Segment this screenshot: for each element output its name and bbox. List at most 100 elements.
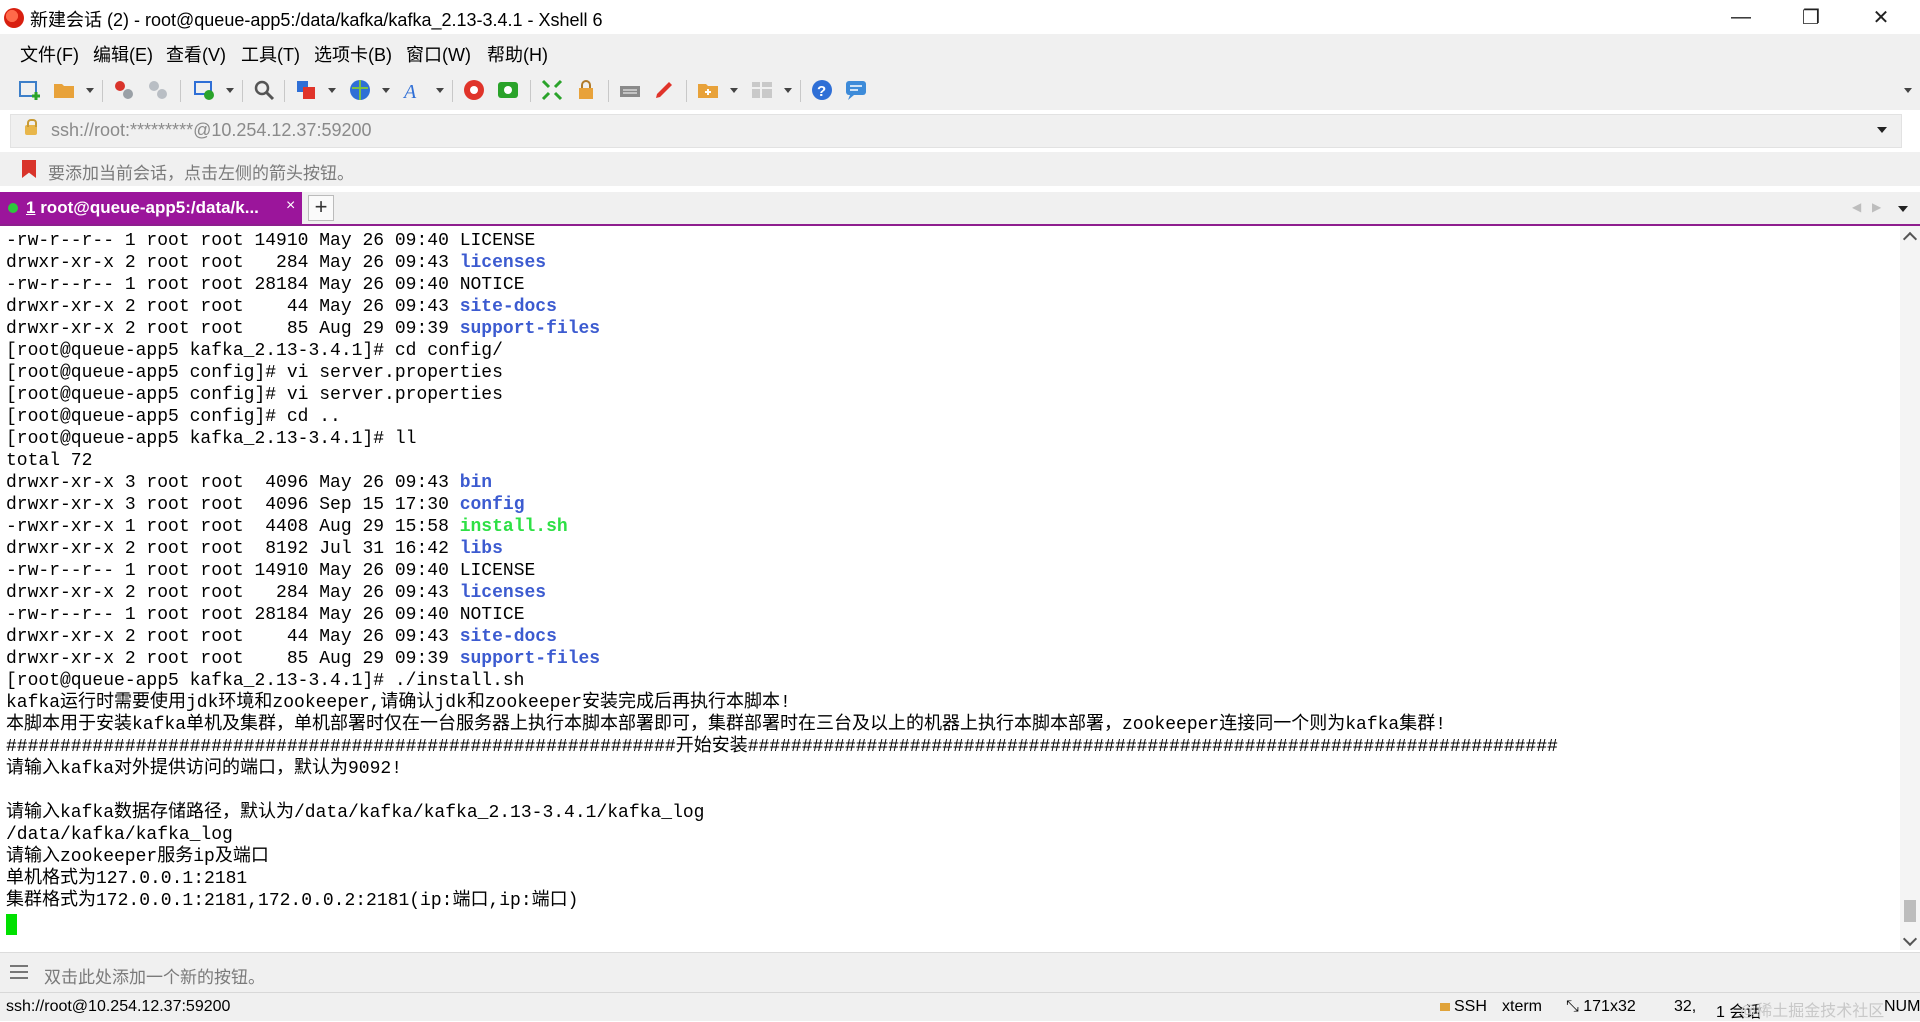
scroll-down-icon[interactable] xyxy=(1902,931,1918,947)
add-tab-button[interactable]: + xyxy=(308,195,334,221)
xagent-icon[interactable] xyxy=(496,78,520,102)
terminal-output[interactable]: -rw-r--r-- 1 root root 14910 May 26 09:4… xyxy=(0,226,1900,950)
terminal-line-text: 请输入kafka数据存储路径，默认为/data/kafka/kafka_2.13… xyxy=(6,803,705,823)
close-button[interactable]: ✕ xyxy=(1846,0,1916,34)
terminal-line: 本脚本用于安装kafka单机及集群，单机部署时仅在一台服务器上执行本脚本部署即可… xyxy=(6,714,1446,736)
menu-edit[interactable]: 编辑(E) xyxy=(93,41,153,67)
find-icon[interactable] xyxy=(252,78,276,102)
scroll-thumb[interactable] xyxy=(1904,900,1916,922)
menu-window[interactable]: 窗口(W) xyxy=(406,41,471,67)
disconnect-icon[interactable] xyxy=(146,78,170,102)
help-icon[interactable]: ? xyxy=(810,78,834,102)
open-dropdown-icon[interactable] xyxy=(86,88,94,93)
compose-icon[interactable] xyxy=(696,78,720,102)
font-dropdown-icon[interactable] xyxy=(436,88,444,93)
status-size-value: 171x32 xyxy=(1583,998,1636,1015)
tab-session-1[interactable]: 1 root@queue-app5:/data/k... × xyxy=(0,192,302,224)
file-name: NOTICE xyxy=(459,605,525,625)
terminal-line-text: -rw-r--r-- 1 root root 14910 May 26 09:4… xyxy=(6,231,460,251)
directory-name: licenses xyxy=(459,583,547,603)
xftp-icon[interactable] xyxy=(462,78,486,102)
reconnect-dropdown-icon[interactable] xyxy=(226,88,234,93)
terminal-line: -rw-r--r-- 1 root root 14910 May 26 09:4… xyxy=(6,560,535,582)
status-bar: ssh://root@10.254.12.37:59200 SSH xterm … xyxy=(0,992,1920,1021)
fullscreen-icon[interactable] xyxy=(540,78,564,102)
address-bar[interactable]: ssh://root:*********@10.254.12.37:59200 xyxy=(10,114,1902,148)
directory-name: libs xyxy=(459,539,503,559)
hint-text: 要添加当前会话，点击左侧的箭头按钮。 xyxy=(48,164,354,183)
status-protocol-label: SSH xyxy=(1454,998,1487,1015)
toolbar-separator xyxy=(242,80,243,102)
menu-tab[interactable]: 选项卡(B) xyxy=(314,41,392,67)
terminal-line-text: [root@queue-app5 kafka_2.13-3.4.1]# cd c… xyxy=(6,341,503,361)
svg-text:?: ? xyxy=(817,83,826,100)
menu-file[interactable]: 文件(F) xyxy=(20,41,79,67)
menu-tools[interactable]: 工具(T) xyxy=(241,41,300,67)
terminal-line: -rwxr-xr-x 1 root root 4408 Aug 29 15:58… xyxy=(6,516,568,538)
tab-close-icon[interactable]: × xyxy=(286,197,295,215)
terminal-line-text: total 72 xyxy=(6,451,93,471)
address-dropdown-icon[interactable] xyxy=(1877,127,1887,133)
highlight-icon[interactable] xyxy=(652,78,676,102)
terminal-line: [root@queue-app5 config]# vi server.prop… xyxy=(6,362,503,384)
minimize-button[interactable]: — xyxy=(1706,0,1776,34)
terminal-line: drwxr-xr-x 3 root root 4096 Sep 15 17:30… xyxy=(6,494,525,516)
tab-prev-icon[interactable]: ◀ xyxy=(1852,200,1861,214)
terminal-line: [root@queue-app5 kafka_2.13-3.4.1]# ./in… xyxy=(6,670,524,692)
resize-icon: ⤡ xyxy=(1566,998,1584,1015)
restore-button[interactable]: ❐ xyxy=(1776,0,1846,34)
terminal-line: drwxr-xr-x 2 root root 8192 Jul 31 16:42… xyxy=(6,538,503,560)
font-icon[interactable]: A xyxy=(402,78,426,102)
terminal-line: [root@queue-app5 kafka_2.13-3.4.1]# ll xyxy=(6,428,416,450)
layout-icon[interactable] xyxy=(750,78,774,102)
menu-view[interactable]: 查看(V) xyxy=(166,41,226,67)
status-protocol: SSH xyxy=(1440,998,1487,1016)
compose-dropdown-icon[interactable] xyxy=(730,88,738,93)
status-terminal-type: xterm xyxy=(1502,998,1542,1015)
globe-dropdown-icon[interactable] xyxy=(382,88,390,93)
tab-list-dropdown-icon[interactable] xyxy=(1898,206,1908,212)
directory-name: site-docs xyxy=(459,297,557,317)
reconnect-icon[interactable] xyxy=(192,78,216,102)
terminal-line: 请输入zookeeper服务ip及端口 xyxy=(6,846,269,868)
new-session-icon[interactable] xyxy=(18,78,42,102)
address-value[interactable]: ssh://root:*********@10.254.12.37:59200 xyxy=(51,120,372,141)
bookmark-icon[interactable] xyxy=(22,160,36,178)
layout-dropdown-icon[interactable] xyxy=(784,88,792,93)
terminal-line-text: [root@queue-app5 kafka_2.13-3.4.1]# ./in… xyxy=(6,671,525,691)
terminal-line-text: [root@queue-app5 kafka_2.13-3.4.1]# ll xyxy=(6,429,417,449)
menu-help[interactable]: 帮助(H) xyxy=(487,41,548,67)
terminal-line-text: drwxr-xr-x 3 root root 4096 Sep 15 17:30 xyxy=(6,495,460,515)
quick-command-hint[interactable]: 双击此处添加一个新的按钮。 xyxy=(44,963,265,988)
terminal-line-text: drwxr-xr-x 2 root root 44 May 26 09:43 xyxy=(6,627,460,647)
tab-next-icon[interactable]: ▶ xyxy=(1872,200,1881,214)
copy-dropdown-icon[interactable] xyxy=(328,88,336,93)
status-size: ⤡ 171x32 xyxy=(1566,998,1636,1016)
copy-icon[interactable] xyxy=(294,78,318,102)
terminal-line: drwxr-xr-x 2 root root 44 May 26 09:43 s… xyxy=(6,626,557,648)
terminal-line-text: [root@queue-app5 config]# vi server.prop… xyxy=(6,385,503,405)
terminal-line-text: drwxr-xr-x 2 root root 85 Aug 29 09:39 xyxy=(6,319,460,339)
connect-icon[interactable] xyxy=(112,78,136,102)
toolbar-overflow-icon[interactable] xyxy=(1904,88,1912,93)
terminal-line-text: kafka运行时需要使用jdk环境和zookeeper,请确认jdk和zooke… xyxy=(6,693,791,713)
toolbar-separator xyxy=(180,80,181,102)
lock-icon[interactable] xyxy=(574,78,598,102)
hamburger-menu-icon[interactable] xyxy=(10,965,28,979)
terminal-line-text: -rw-r--r-- 1 root root 14910 May 26 09:4… xyxy=(6,561,460,581)
scroll-up-icon[interactable] xyxy=(1902,231,1918,247)
terminal-scrollbar[interactable] xyxy=(1900,226,1920,950)
chat-icon[interactable] xyxy=(844,78,868,102)
terminal-line-text: -rwxr-xr-x 1 root root 4408 Aug 29 15:58 xyxy=(6,517,460,537)
terminal-line-text: ########################################… xyxy=(6,737,1558,757)
keyboard-icon[interactable] xyxy=(618,78,642,102)
terminal-line-text: [root@queue-app5 config]# cd .. xyxy=(6,407,341,427)
terminal-line: drwxr-xr-x 2 root root 284 May 26 09:43 … xyxy=(6,252,546,274)
file-name: LICENSE xyxy=(459,231,536,251)
terminal-line-text: 本脚本用于安装kafka单机及集群，单机部署时仅在一台服务器上执行本脚本部署即可… xyxy=(6,715,1447,735)
xshell-app-icon xyxy=(4,8,24,28)
open-folder-icon[interactable] xyxy=(52,78,76,102)
terminal-line-text: drwxr-xr-x 2 root root 85 Aug 29 09:39 xyxy=(6,649,460,669)
tab-title: root@queue-app5:/data/k... xyxy=(35,198,259,217)
globe-icon[interactable] xyxy=(348,78,372,102)
